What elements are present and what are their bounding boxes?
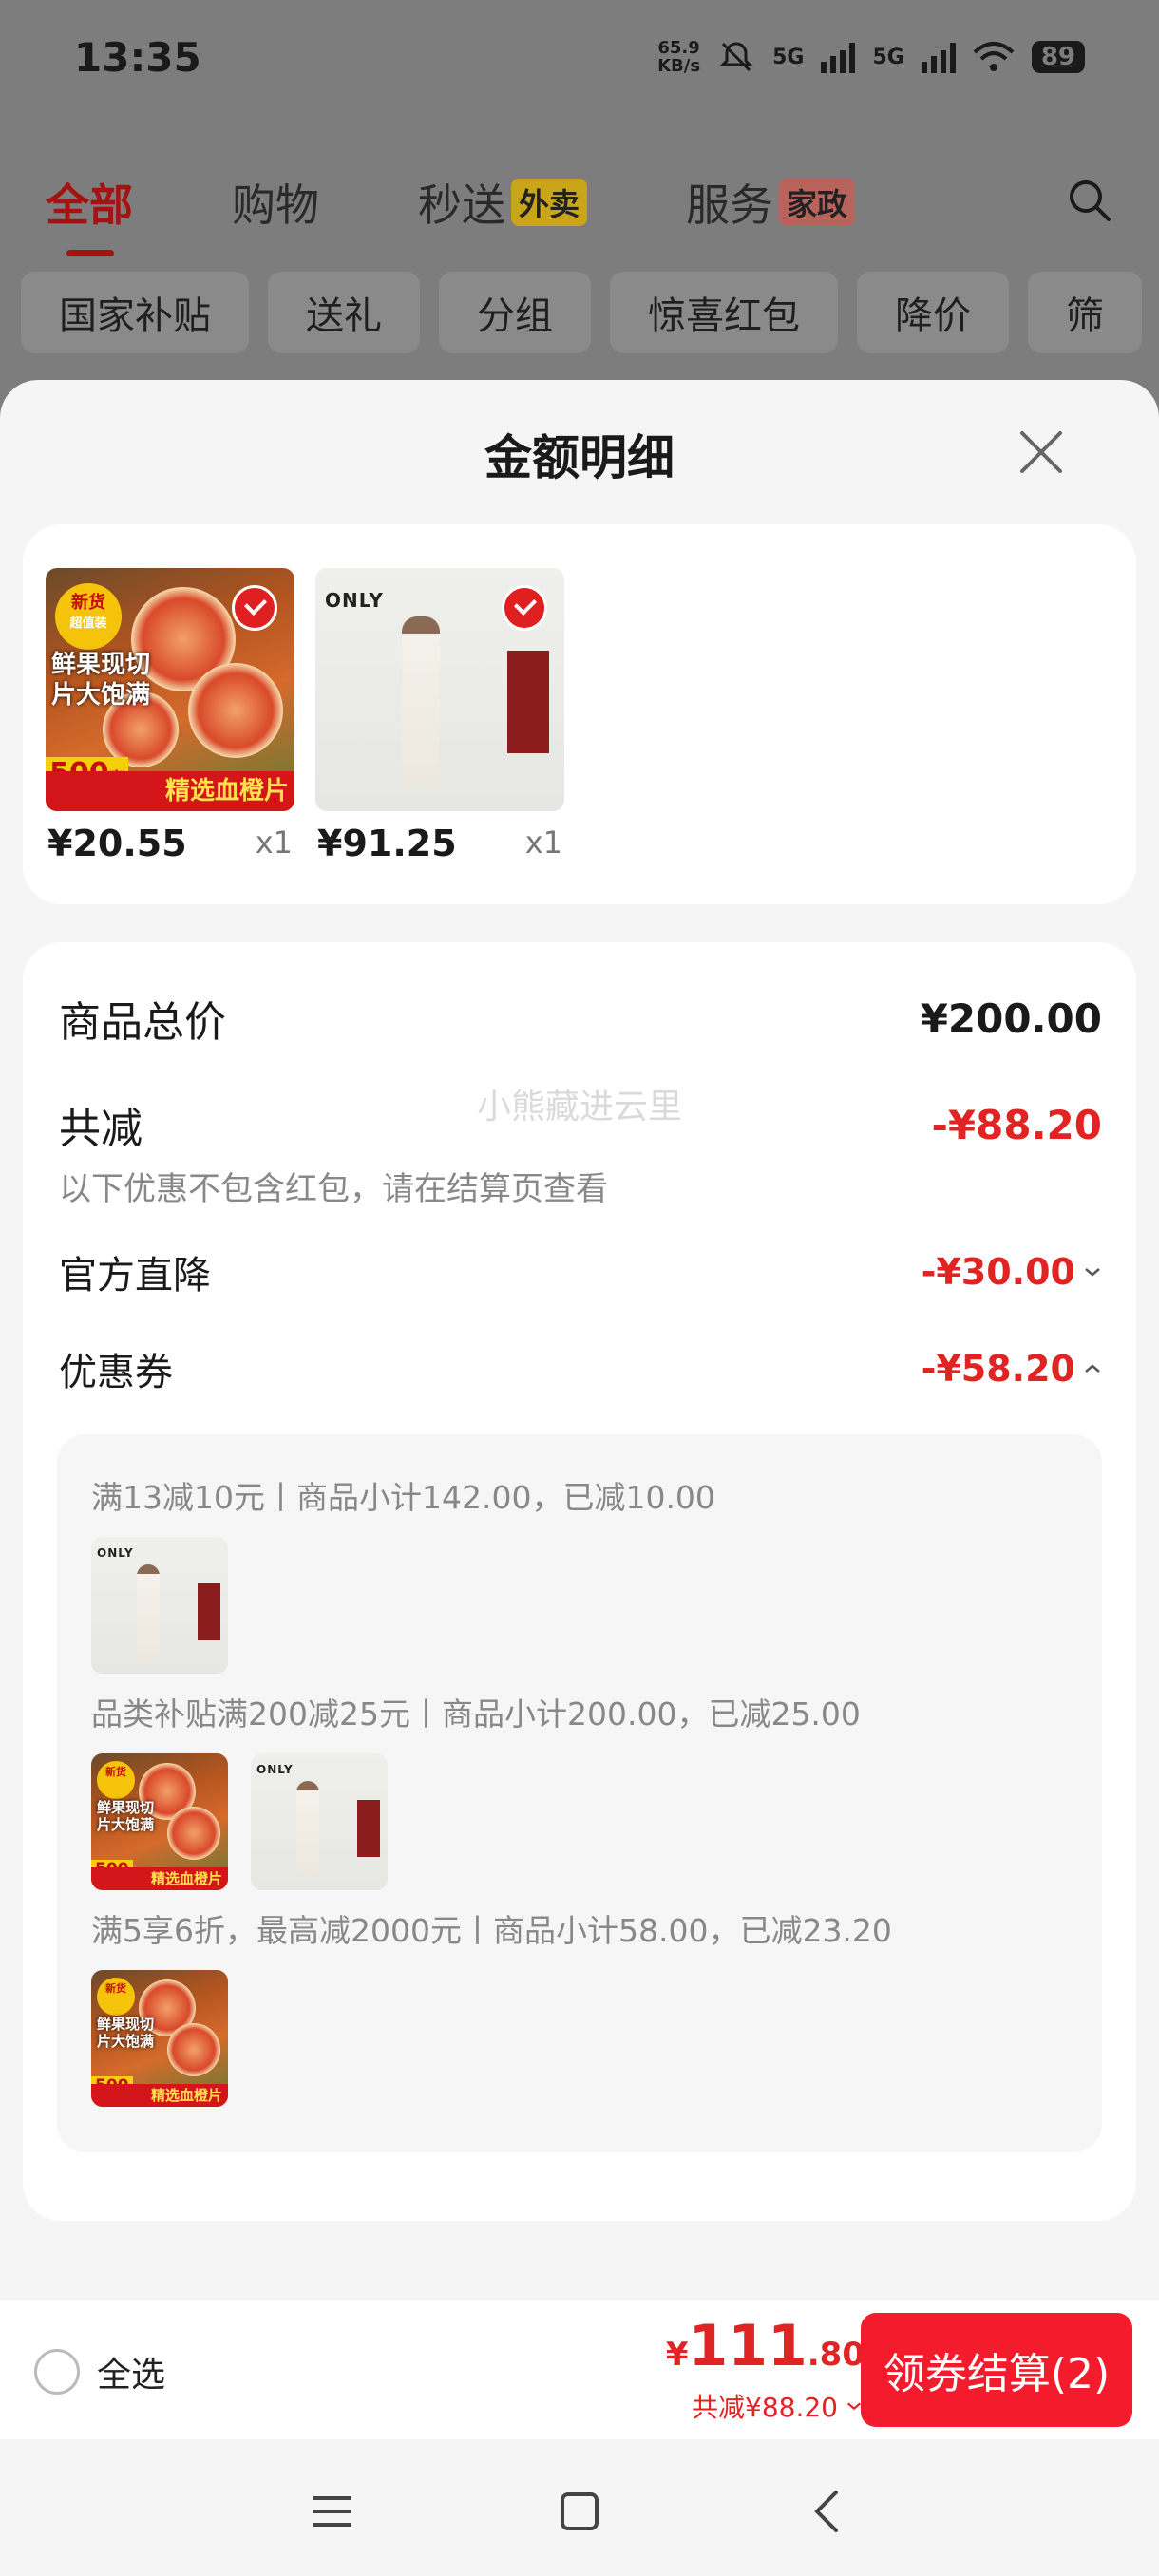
status-time: 13:35: [74, 33, 201, 81]
product-price: ¥91.25: [317, 823, 457, 864]
status-icons: 65.9 KB/s 5G 5G 89: [657, 38, 1085, 76]
subtotal-row: 商品总价 ¥200.00: [59, 988, 1102, 1049]
checkout-button[interactable]: 领券结算(2): [861, 2313, 1132, 2427]
coupon-row[interactable]: 优惠券 -¥58.20: [59, 1341, 1102, 1396]
official-discount-row[interactable]: 官方直降 -¥30.00: [59, 1244, 1102, 1299]
net-speed: 65.9 KB/s: [657, 38, 701, 76]
product-image-dress: ONLY: [315, 568, 564, 811]
sim1-label: 5G: [772, 45, 805, 69]
price-detail-card: 商品总价 ¥200.00 共减 -¥88.20 以下优惠不包含红包，请在结算页查…: [23, 942, 1136, 2221]
background-page: 13:35 65.9 KB/s 5G 5G 89 全部 购物 秒送 外卖 服务 …: [0, 0, 1159, 399]
chip-national-subsidy[interactable]: 国家补贴: [21, 272, 249, 353]
status-bar: 13:35 65.9 KB/s 5G 5G 89: [0, 0, 1159, 114]
coupon-products: 新货 鲜果现切片大饱满 500 精选血橙片: [91, 1970, 228, 2107]
takeout-badge: 外卖: [511, 179, 588, 226]
total-savings[interactable]: 共减¥88.20: [692, 2387, 863, 2425]
coupon-rule: 满13减10元丨商品小计142.00，已减10.00: [91, 1479, 715, 1516]
product-price: ¥20.55: [48, 823, 187, 864]
chip-price-drop[interactable]: 降价: [857, 272, 1009, 353]
product-image-blood-orange: 新货超值装 鲜果现切片大饱满 500克 精选血橙片: [46, 568, 294, 811]
search-icon[interactable]: [1066, 177, 1113, 224]
coupon-value: -¥58.20: [922, 1348, 1102, 1390]
watermark: 小熊藏进云里: [476, 1088, 682, 1127]
thumb-dress: ONLY: [251, 1753, 388, 1890]
tab-services[interactable]: 服务 家政: [686, 171, 856, 234]
amount-detail-sheet: 金额明细 新货超值装 鲜果现切片大饱满 500克 精选血橙片 ¥20.55 x1…: [0, 380, 1159, 2576]
chevron-down-icon: [1085, 1268, 1100, 1277]
filter-chips: 国家补贴 送礼 分组 惊喜红包 降价 筛: [21, 272, 1142, 353]
discount-note-row: 以下优惠不包含红包，请在结算页查看: [59, 1163, 1102, 1209]
thumb-dress: ONLY: [91, 1537, 228, 1674]
chevron-up-icon: [1085, 1364, 1100, 1373]
checkout-bar: 全选 ¥ 111 .80 共减¥88.20 领券结算(2): [0, 2299, 1159, 2439]
discount-note: 以下优惠不包含红包，请在结算页查看: [59, 1170, 608, 1208]
product-checked-icon[interactable]: [502, 585, 547, 631]
thumb-blood-orange: 新货 鲜果现切片大饱满 500 精选血橙片: [91, 1753, 228, 1890]
subtotal-label: 商品总价: [59, 998, 226, 1047]
official-discount-value: -¥30.00: [922, 1251, 1102, 1293]
tab-shopping[interactable]: 购物: [232, 171, 319, 234]
sim2-label: 5G: [872, 45, 904, 69]
image-caption: 鲜果现切 片大饱满: [51, 651, 151, 710]
tab-instant-delivery[interactable]: 秒送 外卖: [418, 171, 588, 234]
menu-icon[interactable]: [308, 2487, 357, 2536]
subtotal-value: ¥200.00: [920, 994, 1102, 1042]
total-price: ¥ 111 .80: [665, 2313, 864, 2379]
signal-icon-2: [921, 41, 956, 73]
image-new-tag: 新货 超值装: [55, 583, 122, 650]
signal-icon: [821, 41, 856, 73]
product-qty: x1: [255, 824, 293, 861]
coupon-breakdown: 满13减10元丨商品小计142.00，已减10.00 ONLY 品类补贴满200…: [57, 1434, 1102, 2152]
sheet-title: 金额明细: [484, 430, 674, 485]
coupon-products: 新货 鲜果现切片大饱满 500 精选血橙片 ONLY: [91, 1753, 388, 1890]
mute-icon: [719, 42, 753, 72]
product-qty: x1: [524, 824, 562, 861]
chip-gift[interactable]: 送礼: [268, 272, 420, 353]
tab-all[interactable]: 全部: [46, 171, 133, 256]
coupon-products: ONLY: [91, 1537, 228, 1674]
official-discount-label: 官方直降: [59, 1254, 211, 1297]
chip-group[interactable]: 分组: [439, 272, 591, 353]
image-brand-logo: ONLY: [325, 589, 384, 612]
top-tabs: 全部 购物 秒送 外卖 服务 家政: [46, 171, 1113, 256]
thumb-blood-orange: 新货 鲜果现切片大饱满 500 精选血橙片: [91, 1970, 228, 2107]
back-icon[interactable]: [804, 2487, 853, 2536]
system-nav-bar: [0, 2439, 1159, 2576]
products-card: 新货超值装 鲜果现切片大饱满 500克 精选血橙片 ¥20.55 x1 ONLY…: [23, 524, 1136, 904]
select-all-radio[interactable]: [34, 2349, 80, 2395]
coupon-rule: 满5享6折，最高减2000元丨商品小计58.00，已减23.20: [91, 1912, 892, 1949]
battery-icon: 89: [1031, 41, 1085, 73]
chip-filter[interactable]: 筛: [1028, 272, 1142, 353]
close-icon[interactable]: [1016, 427, 1066, 477]
wifi-icon: [973, 42, 1015, 71]
product-checked-icon[interactable]: [232, 585, 277, 631]
housekeeping-badge: 家政: [779, 179, 856, 226]
product-item[interactable]: 新货超值装 鲜果现切片大饱满 500克 精选血橙片 ¥20.55 x1: [46, 568, 294, 864]
coupon-label: 优惠券: [59, 1351, 173, 1394]
home-icon[interactable]: [555, 2487, 604, 2536]
select-all-label[interactable]: 全选: [97, 2347, 165, 2396]
product-item[interactable]: ONLY ¥91.25 x1: [315, 568, 564, 864]
image-banner: 精选血橙片: [46, 771, 294, 811]
chip-red-packet[interactable]: 惊喜红包: [610, 272, 838, 353]
coupon-rule: 品类补贴满200减25元丨商品小计200.00，已减25.00: [91, 1695, 861, 1733]
